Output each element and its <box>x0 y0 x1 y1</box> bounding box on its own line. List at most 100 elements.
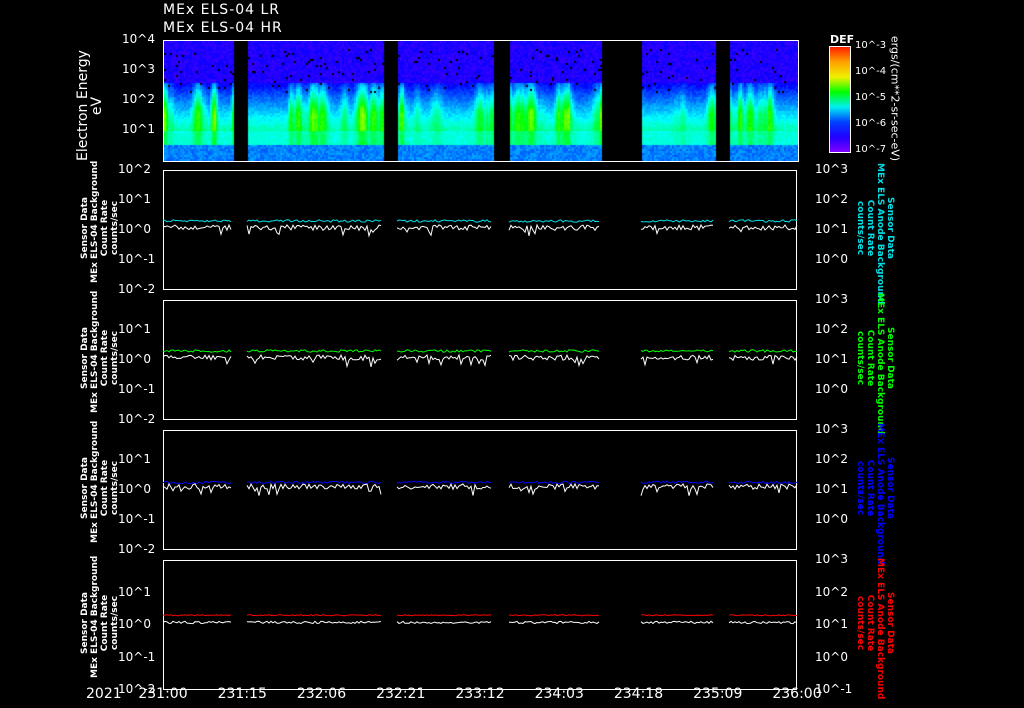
right-label-line: Sensor Data <box>885 326 895 390</box>
title-hr: MEx ELS-04 HR <box>163 20 283 36</box>
white-series-line <box>162 223 232 237</box>
white-series-line <box>162 482 232 496</box>
left-y-tick: 10^1 <box>118 452 151 466</box>
right-label-line: MEx ELS Anode Background <box>875 558 885 700</box>
panel-right-label: Sensor Data MEx ELS Anode Background Count… <box>855 558 895 700</box>
right-label-line: counts/sec <box>855 595 865 651</box>
white-series-line <box>508 482 600 496</box>
colored-series-line <box>640 349 714 353</box>
left-label-line: MEx ELS-04 Background <box>90 555 100 678</box>
right-label-line: MEx ELS Anode Background <box>875 423 885 565</box>
x-tick-label: 232:21 <box>376 686 426 702</box>
white-series-line <box>162 354 232 366</box>
white-series-line <box>640 483 714 497</box>
left-label-line: Count Rate <box>100 329 110 387</box>
x-tick-label: 231:00 <box>138 686 188 702</box>
left-label-line: Count Rate <box>100 199 110 257</box>
right-y-tick: 10^2 <box>815 322 848 336</box>
white-series-line <box>162 620 232 625</box>
right-y-tick: 10^3 <box>815 162 848 176</box>
left-y-tick: 10^-1 <box>118 252 156 266</box>
white-series-line <box>728 483 798 494</box>
right-y-tick: 10^1 <box>815 482 848 496</box>
colored-series-line <box>640 614 714 617</box>
x-tick-label: 231:15 <box>217 686 267 702</box>
left-y-tick: 10^0 <box>118 352 151 366</box>
colored-series-line <box>508 614 600 617</box>
left-y-tick: 10^-1 <box>118 649 156 664</box>
white-series-line <box>246 224 382 238</box>
x-tick-label: 236:00 <box>772 686 822 702</box>
spectrogram-y-tick: 10^2 <box>122 92 155 106</box>
left-y-tick: 10^-1 <box>118 382 156 396</box>
white-series-line <box>396 224 492 237</box>
spectrogram-y-tick: 10^4 <box>122 32 155 46</box>
right-y-tick: 10^0 <box>815 649 848 664</box>
right-label-line: MEx ELS Anode Background <box>875 163 885 305</box>
left-y-tick: 10^0 <box>118 222 151 236</box>
electron-spectrogram <box>163 40 799 162</box>
x-tick-label: 234:18 <box>613 686 664 702</box>
left-y-tick: 10^-2 <box>118 412 156 426</box>
right-label-line: Count Rate <box>865 594 875 652</box>
white-series-line <box>509 620 600 625</box>
right-y-tick: 10^1 <box>815 222 848 236</box>
colorbar <box>829 46 851 153</box>
colorbar-tick: 10^-4 <box>855 66 887 77</box>
left-label-line: Sensor Data <box>80 196 90 260</box>
white-series-line <box>728 620 798 625</box>
colorbar-tick: 10^-3 <box>855 40 887 51</box>
year-label: 2021 <box>86 686 122 702</box>
left-label-line: counts/sec <box>110 460 120 516</box>
left-y-tick: 10^0 <box>118 617 151 631</box>
colored-series-line <box>728 349 798 353</box>
left-label-line: Count Rate <box>100 594 110 652</box>
right-label-line: counts/sec <box>855 330 865 386</box>
panel-right-label: Sensor Data MEx ELS Anode Background Count… <box>855 163 895 305</box>
spectrogram-y-tick: 10^1 <box>122 122 155 136</box>
x-tick-label: 232:06 <box>296 686 347 702</box>
right-y-tick: 10^1 <box>815 617 848 631</box>
panel-right-label: Sensor Data MEx ELS Anode Background Count… <box>855 293 895 434</box>
colored-series-line <box>508 349 600 353</box>
white-series-line <box>640 354 714 367</box>
x-tick-label: 234:03 <box>534 686 584 702</box>
left-label-line: Count Rate <box>100 459 110 517</box>
colored-series-line <box>246 614 382 617</box>
colored-series-line <box>508 219 600 223</box>
right-y-tick: 10^2 <box>815 452 848 466</box>
colored-series-line <box>246 480 382 485</box>
colored-series-line <box>162 349 232 353</box>
colored-series-line <box>246 349 382 353</box>
left-y-tick: 10^-1 <box>118 512 156 526</box>
left-y-tick: 10^1 <box>118 322 151 336</box>
white-series-line <box>246 620 382 625</box>
left-label-line: Sensor Data <box>80 326 90 390</box>
panel-plot-2 <box>162 349 798 369</box>
spectrogram-ylabel: Electron Energy eV <box>75 50 105 161</box>
left-y-tick: 10^-2 <box>118 282 156 296</box>
colored-series-line <box>162 614 232 617</box>
left-y-tick: 10^1 <box>118 192 151 206</box>
right-label-line: Sensor Data <box>885 456 895 520</box>
panel-left-label: Sensor Data MEx ELS-04 Background Count Ra… <box>80 290 120 413</box>
spectrogram-ylabel-text: Electron Energy <box>75 50 91 161</box>
panel-plot-3 <box>162 480 798 497</box>
colored-series-line <box>396 480 492 484</box>
colored-series-line <box>728 614 798 617</box>
colored-series-line <box>162 480 232 485</box>
left-label-line: MEx ELS-04 Background <box>90 160 100 283</box>
right-y-tick: 10^2 <box>815 192 848 206</box>
right-y-tick: 10^3 <box>815 422 848 436</box>
colorbar-tick: 10^-5 <box>855 92 887 103</box>
right-label-line: Count Rate <box>865 329 875 387</box>
colored-series-line <box>728 219 798 223</box>
colored-series-line <box>162 219 232 223</box>
panel-plot-1 <box>162 219 798 238</box>
left-y-tick: 10^-2 <box>118 542 156 556</box>
white-series-line <box>396 353 492 368</box>
white-series-line <box>508 354 600 368</box>
left-label-line: MEx ELS-04 Background <box>90 290 100 413</box>
white-series-line <box>728 354 798 365</box>
white-series-line <box>508 223 600 237</box>
